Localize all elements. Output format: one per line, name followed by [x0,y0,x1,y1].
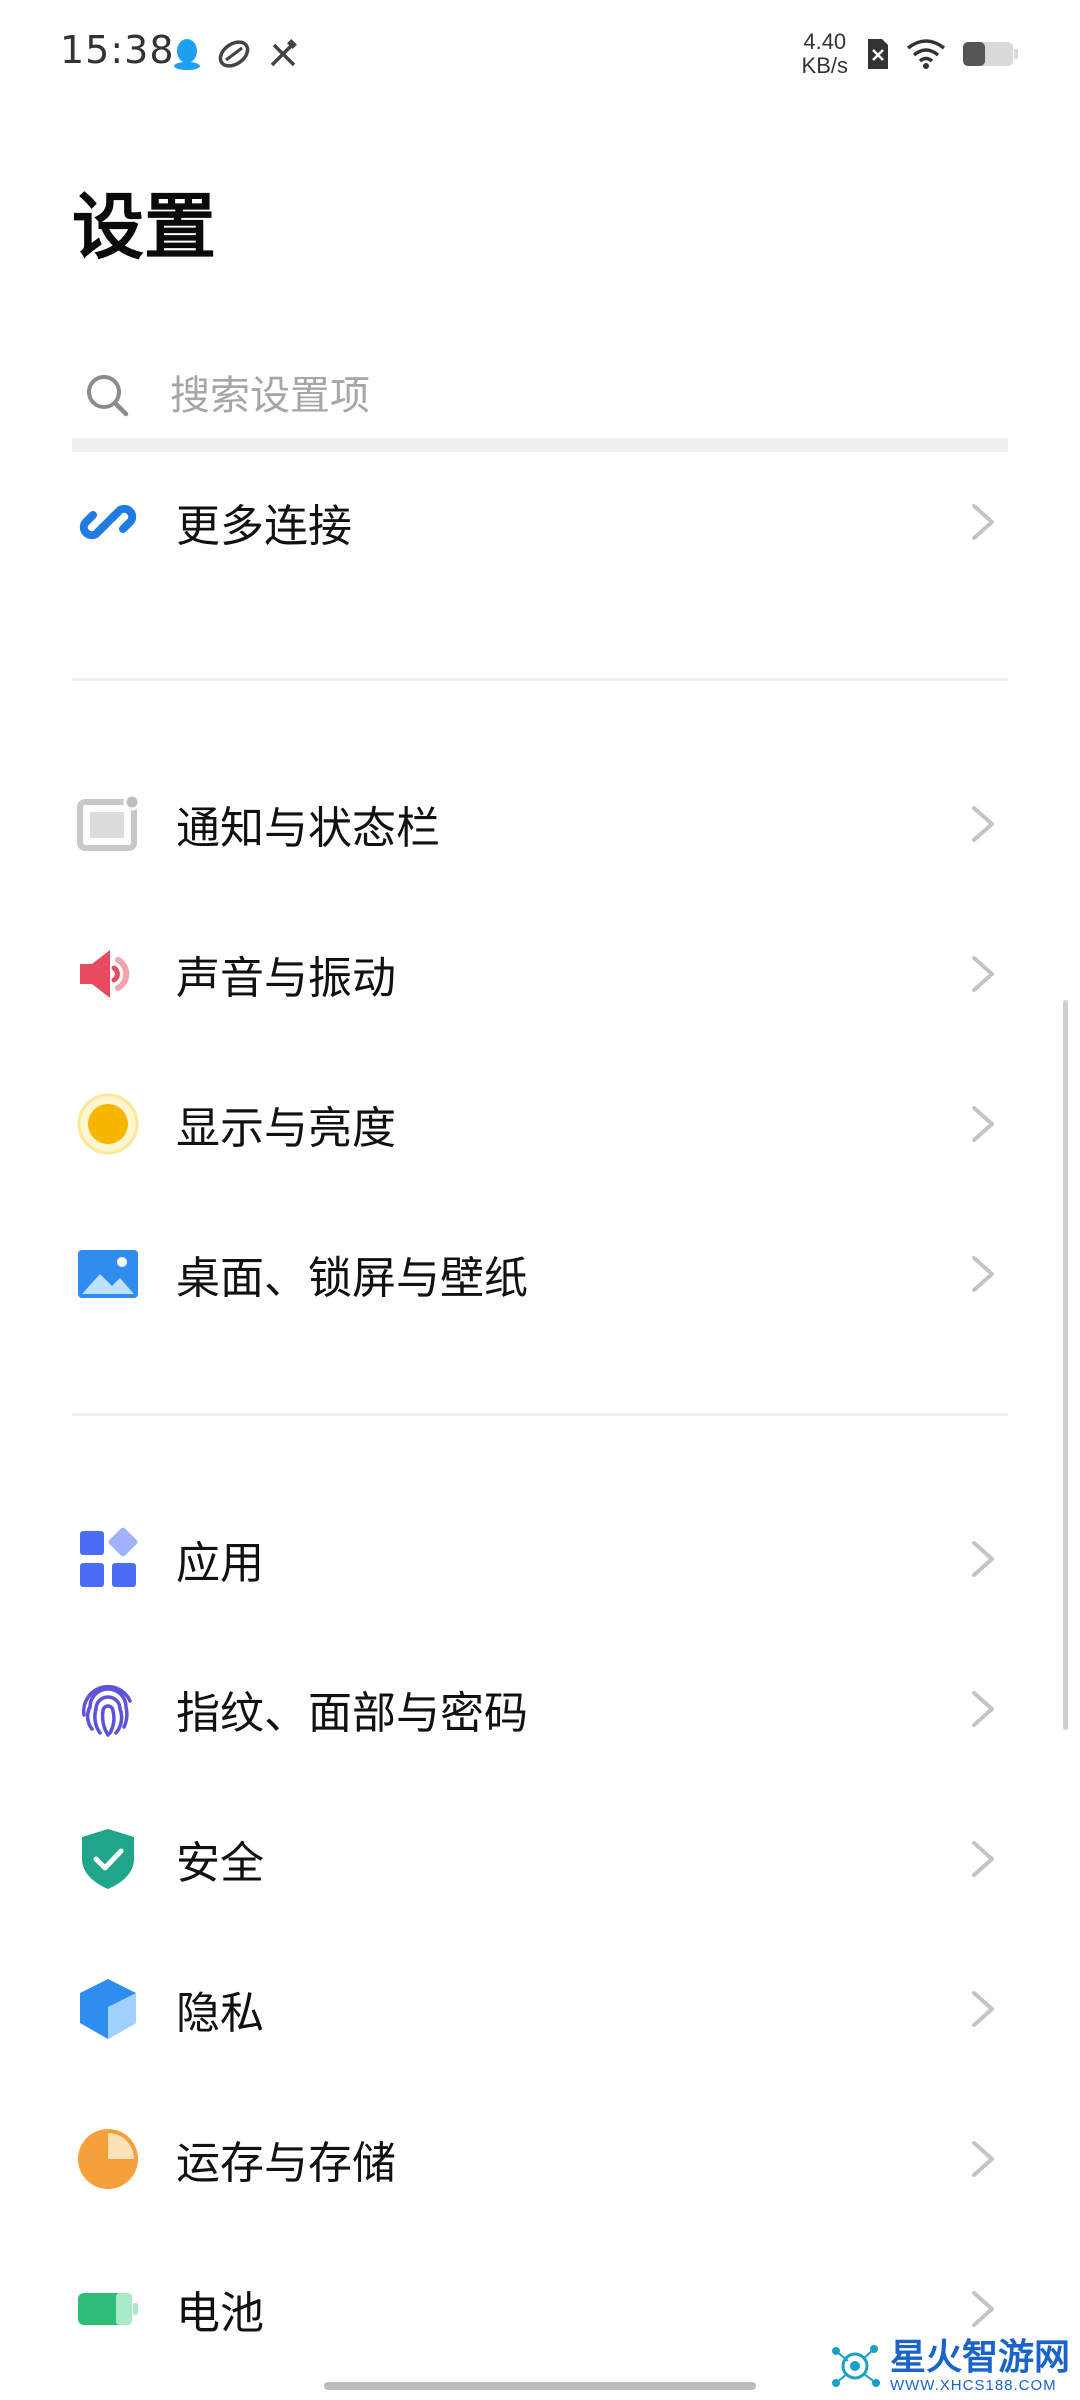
settings-item-storage[interactable]: 运存与存储 [72,2089,1008,2229]
status-bar: 15:38 4.40 KB/s [0,0,1080,110]
fingerprint-icon [76,1677,140,1741]
storage-pie-icon [76,2127,140,2191]
chevron-right-icon [972,504,994,540]
settings-item-label: 应用 [176,1538,264,1589]
page-title: 设置 [72,185,217,269]
watermark-url: WWW.XHCS188.COM [889,2377,1057,2394]
search-icon [87,375,129,417]
settings-item-label: 声音与振动 [176,953,396,1004]
settings-item-label: 指纹、面部与密码 [176,1688,528,1739]
settings-item-label: 通知与状态栏 [176,803,440,854]
group-divider [72,678,1008,681]
chevron-right-icon [972,1841,994,1877]
wifi-icon [906,39,946,69]
chevron-right-icon [972,1691,994,1727]
settings-item-label: 显示与亮度 [176,1103,396,1154]
apps-icon [76,1527,140,1591]
group-divider [72,1413,1008,1416]
settings-item-sound[interactable]: 声音与振动 [72,904,1008,1044]
settings-item-label: 安全 [176,1838,264,1889]
search-divider [72,438,1008,452]
settings-item-label: 隐私 [176,1988,264,2039]
status-left-icons [172,34,300,74]
chevron-right-icon [972,806,994,842]
network-speed: 4.40 KB/s [802,30,848,78]
chevron-right-icon [972,1256,994,1292]
sim-disabled-icon [868,39,888,69]
rugby-ball-icon [218,40,250,68]
search-bar[interactable] [72,350,1008,442]
watermark: 星火智游网 WWW.XHCS188.COM [828,2338,1070,2394]
chevron-right-icon [972,2291,994,2327]
shield-icon [76,1827,140,1891]
network-speed-unit: KB/s [801,53,848,78]
battery-icon [963,42,1018,66]
qq-icon [174,39,200,70]
settings-item-security[interactable]: 安全 [72,1789,1008,1929]
settings-item-privacy[interactable]: 隐私 [72,1939,1008,2079]
sound-icon [76,942,140,1006]
settings-screen: 15:38 4.40 KB/s 设置 搜索设置项 更多连接 通知与状态栏 声音与… [0,0,1080,2400]
chevron-right-icon [972,956,994,992]
watermark-logo-icon [831,2345,880,2387]
privacy-cube-icon [76,1977,140,2041]
watermark-title: 星火智游网 [889,2337,1070,2378]
home-indicator[interactable] [324,2382,756,2390]
wallpaper-icon [76,1242,140,1306]
chevron-right-icon [972,1541,994,1577]
brightness-icon [76,1092,140,1156]
link-icon [76,490,140,554]
battery-green-icon [76,2277,140,2341]
settings-item-label: 电池 [176,2288,264,2339]
settings-item-wallpaper[interactable]: 桌面、锁屏与壁纸 [72,1204,1008,1344]
settings-item-notifications[interactable]: 通知与状态栏 [72,754,1008,894]
settings-item-fingerprint[interactable]: 指纹、面部与密码 [72,1639,1008,1779]
status-right-icons: 4.40 KB/s [802,26,1020,82]
status-time: 15:38 [60,28,175,72]
settings-item-label: 更多连接 [176,501,352,552]
notification-icon [76,792,140,856]
settings-item-more-connections[interactable]: 更多连接 [72,452,1008,592]
settings-item-apps[interactable]: 应用 [72,1489,1008,1629]
chevron-right-icon [972,1991,994,2027]
settings-item-display[interactable]: 显示与亮度 [72,1054,1008,1194]
chevron-right-icon [972,2141,994,2177]
search-input[interactable] [168,372,972,420]
tools-icon [270,39,297,67]
chevron-right-icon [972,1106,994,1142]
settings-item-label: 桌面、锁屏与壁纸 [176,1253,528,1304]
network-speed-value: 4.40 [803,29,847,54]
scrollbar[interactable] [1063,1000,1068,1730]
settings-item-label: 运存与存储 [176,2138,396,2189]
